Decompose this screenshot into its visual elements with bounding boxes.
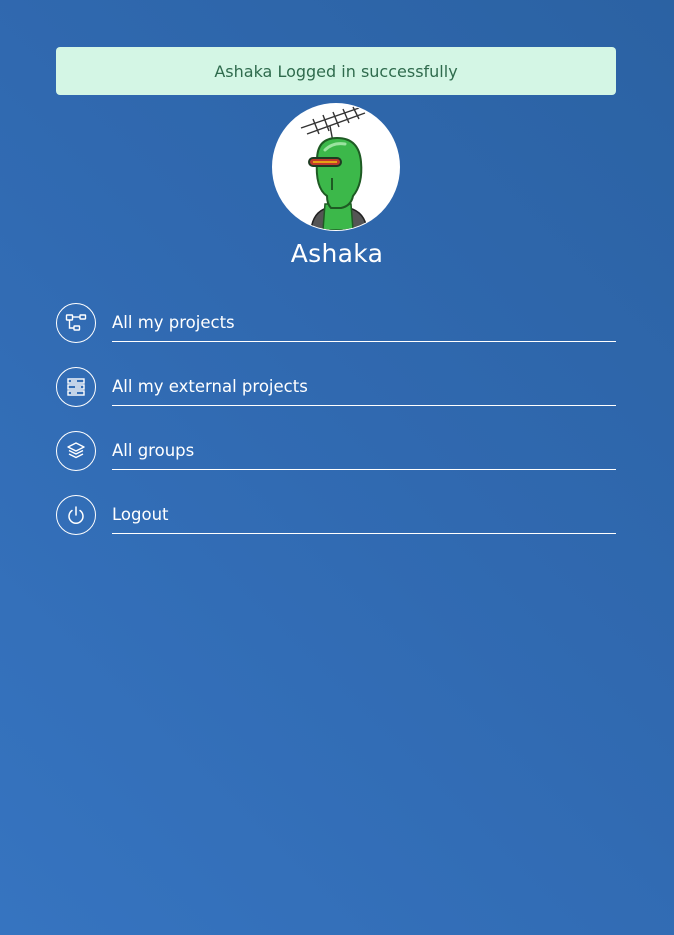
login-success-toast: Ashaka Logged in successfully <box>56 47 616 95</box>
power-icon <box>56 495 96 535</box>
robot-avatar-icon <box>300 106 368 230</box>
menu-item-label: All my external projects <box>112 367 616 406</box>
avatar[interactable] <box>272 103 400 231</box>
menu-item-all-projects[interactable]: All my projects <box>56 303 616 343</box>
profile-username: Ashaka <box>290 239 384 268</box>
menu-item-external-projects[interactable]: All my external projects <box>56 367 616 407</box>
menu-item-logout[interactable]: Logout <box>56 495 616 535</box>
profile-menu: All my projects All my external projects… <box>56 303 616 559</box>
menu-item-label: All groups <box>112 431 616 470</box>
layers-icon <box>56 431 96 471</box>
hierarchy-icon <box>56 303 96 343</box>
menu-item-label: All my projects <box>112 303 616 342</box>
menu-item-label: Logout <box>112 495 616 534</box>
toast-message: Ashaka Logged in successfully <box>214 61 458 81</box>
server-icon <box>56 367 96 407</box>
menu-item-all-groups[interactable]: All groups <box>56 431 616 471</box>
